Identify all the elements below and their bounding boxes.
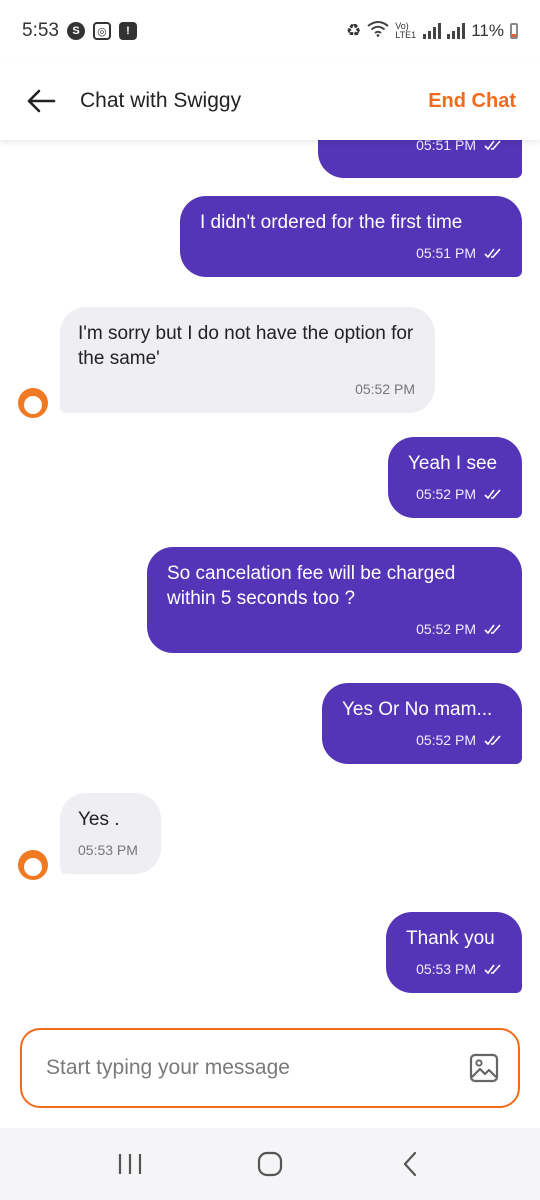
message-time: 05:52 PM bbox=[416, 732, 476, 748]
battery-icon bbox=[510, 23, 518, 39]
message-time: 05:52 PM bbox=[416, 621, 476, 637]
message-meta: 05:52 PM bbox=[408, 486, 502, 502]
message-bubble-user: Thank you 05:53 PM bbox=[386, 912, 522, 993]
message-time: 05:53 PM bbox=[78, 842, 138, 858]
message-time: 05:53 PM bbox=[416, 961, 476, 977]
message-time: 05:51 PM bbox=[416, 245, 476, 261]
page-title: Chat with Swiggy bbox=[80, 89, 242, 112]
recent-apps-icon bbox=[118, 1154, 142, 1174]
agent-avatar bbox=[18, 388, 48, 418]
message-input[interactable] bbox=[46, 1056, 468, 1080]
message-time: 05:52 PM bbox=[355, 381, 415, 397]
back-button[interactable] bbox=[24, 84, 58, 118]
message-meta: 05:52 PM bbox=[342, 732, 502, 748]
status-time: 5:53 bbox=[22, 20, 59, 41]
message-text: I didn't ordered for the first time bbox=[200, 212, 463, 233]
alert-icon: ! bbox=[118, 22, 137, 40]
network-label: Vo) LTE1 bbox=[395, 21, 417, 40]
system-nav-bar bbox=[0, 1128, 540, 1200]
read-receipt-icon bbox=[484, 140, 501, 151]
signal-icon-2 bbox=[447, 23, 466, 39]
read-receipt-icon bbox=[484, 248, 501, 259]
message-meta: 05:53 PM bbox=[78, 842, 141, 858]
home-icon bbox=[257, 1151, 283, 1177]
read-receipt-icon bbox=[484, 964, 501, 975]
message-text: Yes . bbox=[78, 809, 120, 830]
message-bubble-agent: Yes . 05:53 PM bbox=[60, 793, 161, 874]
avatar-face-icon bbox=[24, 396, 42, 414]
message-text: Yes Or No mam... bbox=[342, 699, 493, 720]
message-bubble-user: 05:51 PM bbox=[318, 140, 522, 178]
message-bubble-agent: I'm sorry but I do not have the option f… bbox=[60, 307, 435, 413]
system-back-button[interactable] bbox=[390, 1144, 430, 1184]
message-text: Thank you bbox=[406, 928, 495, 949]
message-time: 05:52 PM bbox=[416, 486, 476, 502]
message-time: 05:51 PM bbox=[416, 140, 476, 153]
chevron-left-icon bbox=[403, 1151, 417, 1177]
battery-saver-icon: ♻ bbox=[345, 21, 362, 40]
message-composer bbox=[20, 1028, 520, 1108]
read-receipt-icon bbox=[484, 735, 501, 746]
message-meta: 05:52 PM bbox=[167, 621, 502, 637]
status-bar: 5:53 S ◎ ! ♻ Vo) LTE1 11% bbox=[0, 0, 540, 62]
wifi-icon bbox=[367, 20, 389, 42]
message-text: I'm sorry but I do not have the option f… bbox=[78, 323, 414, 369]
chat-header: Chat with Swiggy End Chat bbox=[0, 62, 540, 140]
skype-icon: S bbox=[66, 22, 85, 40]
message-list[interactable]: 05:51 PM I didn't ordered for the first … bbox=[0, 140, 540, 1020]
back-arrow-icon bbox=[27, 89, 56, 113]
signal-icon bbox=[423, 23, 442, 39]
message-meta: 05:51 PM bbox=[200, 245, 502, 261]
instagram-icon: ◎ bbox=[92, 22, 111, 40]
message-text: Yeah I see bbox=[408, 453, 498, 474]
message-text: So cancelation fee will be charged withi… bbox=[167, 563, 456, 609]
read-receipt-icon bbox=[484, 489, 501, 500]
message-meta: 05:52 PM bbox=[78, 381, 415, 397]
end-chat-button[interactable]: End Chat bbox=[428, 90, 516, 113]
message-bubble-user: I didn't ordered for the first time 05:5… bbox=[180, 196, 522, 277]
avatar-face-icon bbox=[24, 858, 42, 876]
recent-apps-button[interactable] bbox=[110, 1144, 150, 1184]
message-bubble-user: Yeah I see 05:52 PM bbox=[388, 437, 522, 518]
image-icon bbox=[469, 1053, 499, 1083]
message-meta: 05:51 PM bbox=[338, 140, 502, 153]
read-receipt-icon bbox=[484, 624, 501, 635]
home-button[interactable] bbox=[250, 1144, 290, 1184]
attach-image-button[interactable] bbox=[468, 1052, 500, 1084]
message-meta: 05:53 PM bbox=[406, 961, 502, 977]
message-bubble-user: Yes Or No mam... 05:52 PM bbox=[322, 683, 522, 764]
message-bubble-user: So cancelation fee will be charged withi… bbox=[147, 547, 522, 653]
agent-avatar bbox=[18, 850, 48, 880]
battery-percent: 11% bbox=[471, 21, 504, 40]
